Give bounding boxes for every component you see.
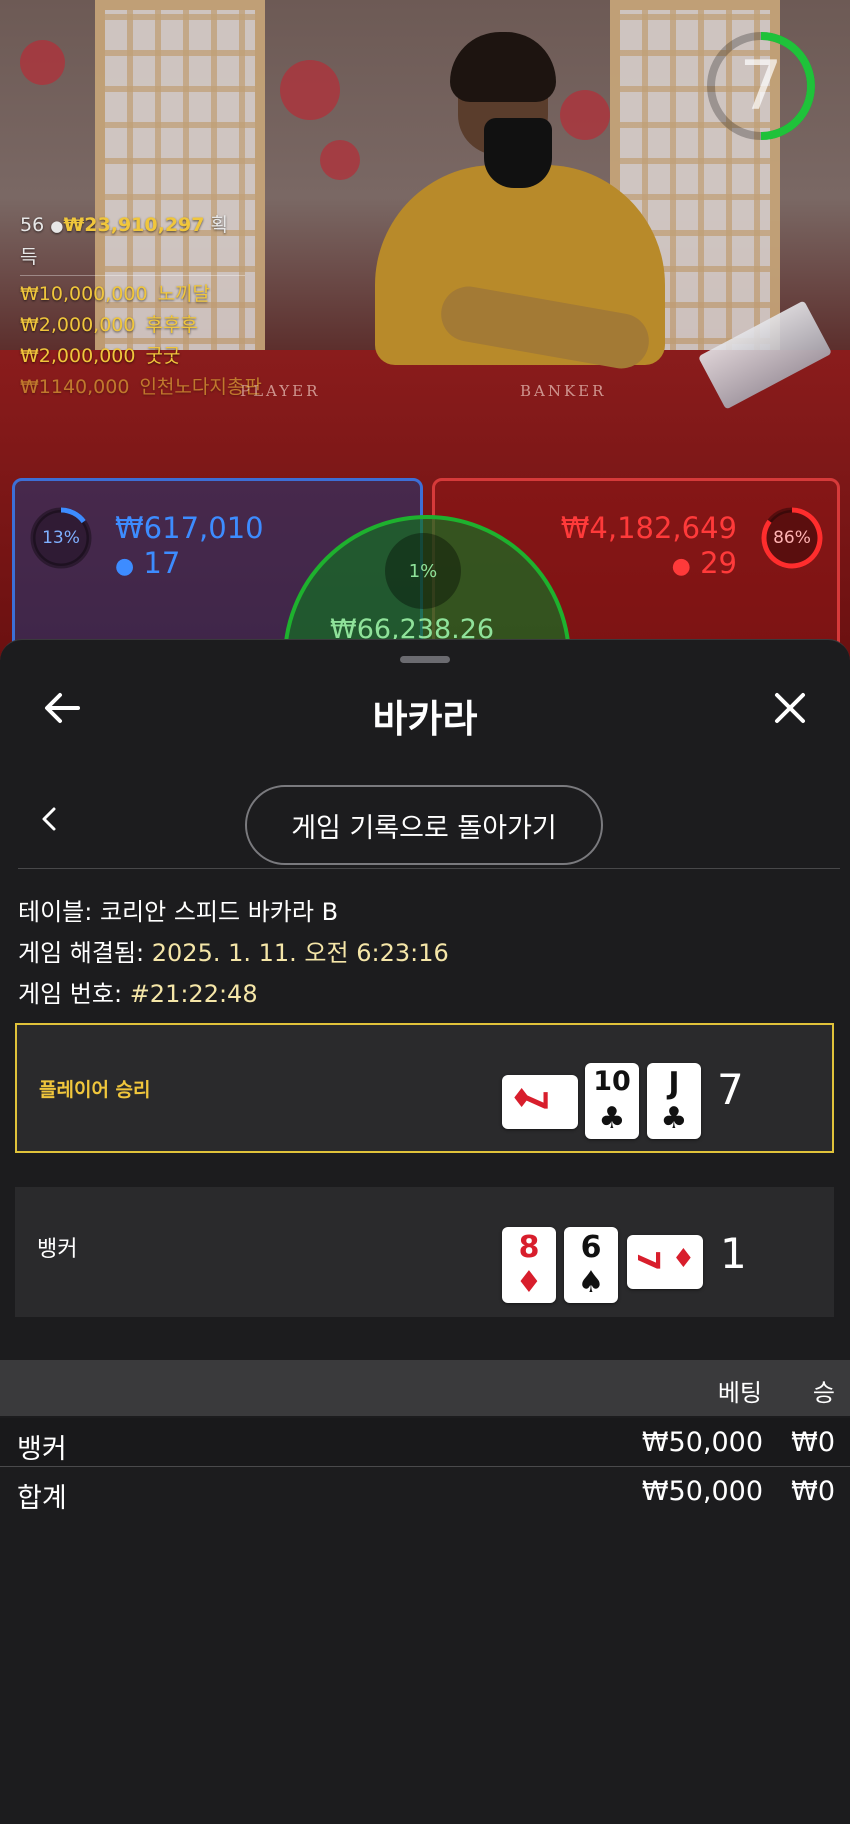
close-icon[interactable] [766,684,814,732]
user-icon: ● [50,217,64,235]
winners-count: 56 [20,214,45,236]
decor-blossom [320,140,360,180]
card-rank: 8 [518,1230,540,1265]
history-nav: 게임 기록으로 돌아가기 [0,775,850,875]
banker-card-2: 6 ♠ [564,1227,618,1303]
player-percent: 13% [42,528,80,548]
table-label: 테이블: [18,898,93,926]
decor-blossom [280,60,340,120]
player-user-count: 17 [143,546,181,580]
recent-winners: 56 ●₩23,910,297 획득 ₩10,000,000 노끼달 ₩2,000… [20,210,262,403]
user-icon: ● [115,554,135,579]
table-info: 테이블: 코리안 스피드 바카라 B [18,892,338,927]
player-card-1: ♦ 7 [502,1075,578,1129]
banker-card-3: 7 ♦ [627,1235,703,1289]
total-win: ₩0 [791,1476,835,1507]
table-row: 뱅커 ₩50,000 ₩0 [0,1418,850,1466]
card-rank: 7 [517,1090,553,1111]
column-stake: 베팅 [717,1379,762,1407]
player-card-3: J ♣ [647,1063,701,1139]
game-number-label: 게임 번호: [18,980,123,1008]
card-suit: ♦ [671,1244,695,1274]
decor-blossom [20,40,65,85]
user-icon: ● [671,554,691,579]
card-rank: 10 [593,1066,631,1097]
card-suit: ♣ [660,1101,688,1136]
banker-percent: 86% [773,528,811,548]
dealer-mask [484,118,552,188]
winner-name: 후후후 [145,314,198,336]
winner-name: 노끼달 [157,283,211,305]
banker-result-label: 뱅커 [37,1237,78,1262]
winner-row: ₩2,000,000 굿굿 [20,341,262,372]
bet-stake: ₩50,000 [641,1427,763,1458]
winners-total: ₩23,910,297 [63,214,205,236]
tie-percent: 1% [385,533,461,609]
resolved-info: 게임 해결됨: 2025. 1. 11. 오전 6:23:16 [18,933,449,968]
winner-amount: ₩1140,000 [20,376,130,398]
resolved-value: 2025. 1. 11. 오전 6:23:16 [151,939,449,967]
winner-amount: ₩2,000,000 [20,314,136,336]
total-label: 합계 [17,1483,67,1514]
resolved-label: 게임 해결됨: [18,939,145,967]
winner-row: ₩10,000,000 노끼달 [20,279,262,310]
winner-amount: ₩2,000,000 [20,345,136,367]
winner-name: 굿굿 [145,345,181,367]
sheet-title: 바카라 [372,697,478,741]
felt-banker-label: BANKER [520,382,607,400]
card-rank: 7 [629,1250,665,1271]
winner-row: ₩1140,000 인천노다지총판 [20,372,262,403]
game-detail-sheet: 바카라 게임 기록으로 돌아가기 테이블: 코리안 스피드 바카라 B 게임 해… [0,639,850,1824]
banker-result-row: 뱅커 8 ♦ 6 ♠ 7 ♦ 1 [15,1187,834,1317]
winner-row: ₩2,000,000 후후후 [20,310,262,341]
winners-header: 56 ●₩23,910,297 획득 [20,210,245,276]
player-result-row: 플레이어 승리 ♦ 7 10 ♣ J ♣ 7 [15,1023,834,1153]
game-number-info: 게임 번호: #21:22:48 [18,974,258,1009]
banker-card-1: 8 ♦ [502,1227,556,1303]
game-number-value: #21:22:48 [129,980,258,1008]
card-rank: J [668,1066,680,1101]
column-win: 승 [812,1379,835,1407]
total-stake: ₩50,000 [641,1476,763,1507]
banker-score: 1 [720,1229,747,1278]
card-rank: 6 [580,1230,602,1265]
bet-label: 뱅커 [17,1434,67,1465]
card-suit: ♣ [598,1101,626,1136]
table-value: 코리안 스피드 바카라 B [99,898,339,926]
back-to-history-button[interactable]: 게임 기록으로 돌아가기 [245,785,603,865]
player-result-label: 플레이어 승리 [39,1079,151,1101]
banker-user-count: 29 [700,546,737,580]
banker-bet-amount: ₩4,182,649 [560,511,737,545]
dealer-hair [450,32,556,102]
sheet-grabber[interactable] [400,656,450,663]
divider [18,868,840,869]
player-bet-amount: ₩617,010 [115,511,264,545]
countdown-timer-value: 7 [739,46,783,126]
chevron-left-icon[interactable] [34,803,66,835]
player-card-2: 10 ♣ [585,1063,639,1139]
winner-name: 인천노다지총판 [139,376,262,398]
decor-blossom [560,90,610,140]
card-suit: ♠ [577,1265,605,1300]
bets-table-header: 베팅 승 [0,1360,850,1416]
winner-amount: ₩10,000,000 [20,283,148,305]
card-suit: ♦ [515,1265,543,1300]
sheet-header: 바카라 [0,666,850,766]
table-row-total: 합계 ₩50,000 ₩0 [0,1467,850,1515]
player-score: 7 [717,1065,744,1114]
bet-win: ₩0 [791,1427,835,1458]
